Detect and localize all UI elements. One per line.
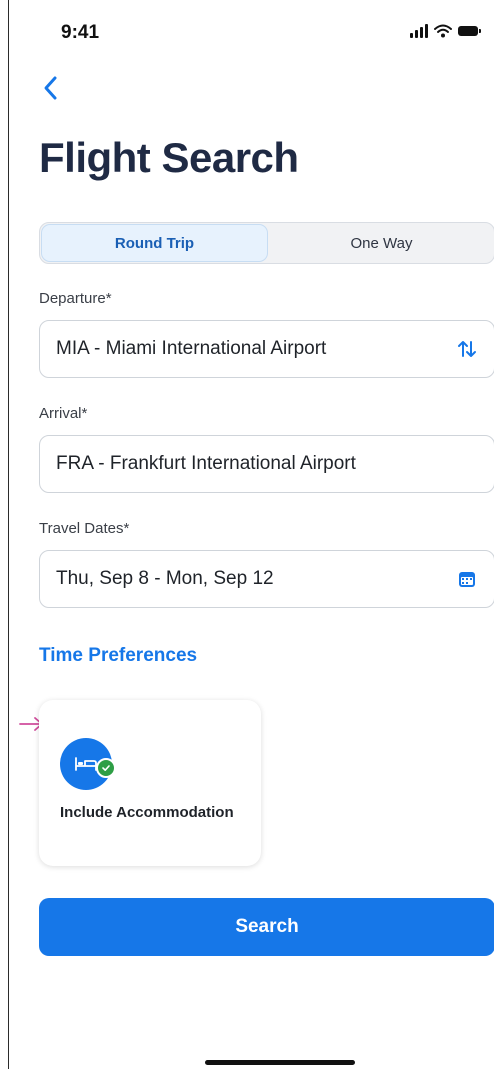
swap-icon[interactable] bbox=[456, 338, 478, 360]
battery-icon bbox=[458, 26, 481, 36]
departure-label: Departure* bbox=[39, 290, 112, 307]
signal-icon bbox=[410, 24, 428, 38]
wifi-icon bbox=[434, 24, 452, 38]
page-title: Flight Search bbox=[39, 134, 299, 181]
check-badge-icon bbox=[96, 758, 116, 778]
round-trip-tab[interactable]: Round Trip bbox=[41, 224, 268, 262]
one-way-tab[interactable]: One Way bbox=[269, 223, 494, 263]
arrival-field[interactable]: FRA - Frankfurt International Airport bbox=[39, 435, 494, 493]
calendar-icon[interactable] bbox=[456, 568, 478, 590]
travel-dates-label: Travel Dates* bbox=[39, 520, 130, 537]
departure-field[interactable]: MIA - Miami International Airport bbox=[39, 320, 494, 378]
time-preferences-link[interactable]: Time Preferences bbox=[39, 645, 197, 667]
status-icons bbox=[410, 24, 481, 38]
status-time: 9:41 bbox=[61, 22, 100, 43]
arrival-label: Arrival* bbox=[39, 405, 88, 422]
include-accommodation-card[interactable]: Include Accommodation bbox=[39, 700, 261, 866]
phone-screen: 9:41 Flight Search Round Trip One Way De… bbox=[8, 0, 494, 1069]
include-accommodation-label: Include Accommodation bbox=[60, 804, 234, 821]
travel-dates-field[interactable]: Thu, Sep 8 - Mon, Sep 12 bbox=[39, 550, 494, 608]
search-button[interactable]: Search bbox=[39, 898, 494, 956]
back-chevron-icon[interactable] bbox=[39, 74, 63, 102]
departure-value: MIA - Miami International Airport bbox=[56, 338, 327, 359]
trip-type-toggle: Round Trip One Way bbox=[39, 222, 494, 264]
arrival-value: FRA - Frankfurt International Airport bbox=[56, 453, 356, 474]
travel-dates-value: Thu, Sep 8 - Mon, Sep 12 bbox=[56, 568, 274, 589]
home-indicator bbox=[205, 1060, 355, 1065]
